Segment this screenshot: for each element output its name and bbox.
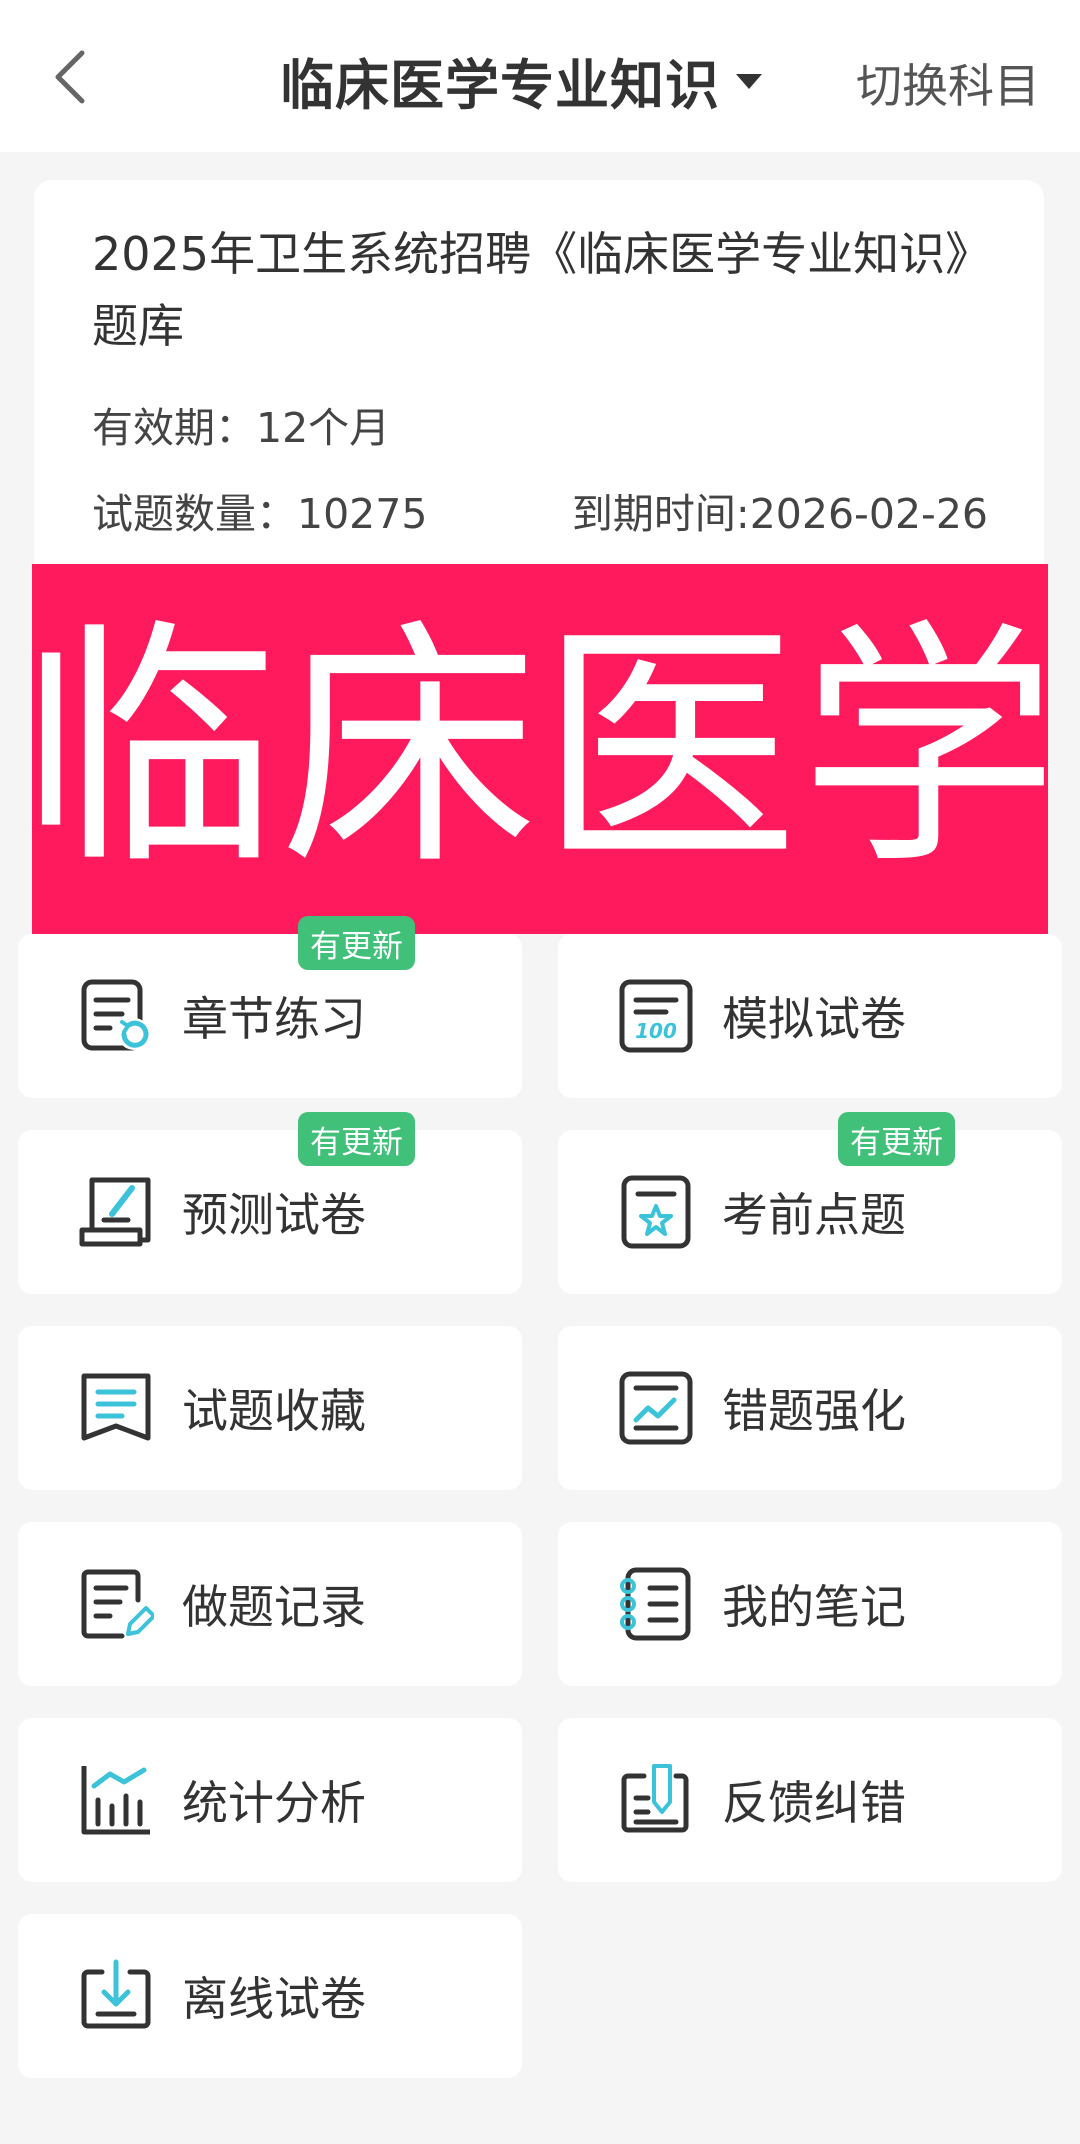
tile-label: 统计分析	[182, 1776, 366, 1830]
tile-label: 试题收藏	[182, 1384, 366, 1438]
tile-label: 做题记录	[182, 1580, 366, 1634]
tile-mock-exam[interactable]: 100 模拟试卷	[558, 934, 1062, 1098]
tile-records[interactable]: 做题记录	[18, 1522, 522, 1686]
tile-offline-exam[interactable]: 离线试卷	[18, 1914, 522, 2078]
back-button[interactable]	[40, 42, 100, 112]
svg-text:100: 100	[635, 1019, 677, 1043]
page-title: 临床医学专业知识	[280, 53, 720, 117]
tile-key-points[interactable]: 考前点题 有更新	[558, 1112, 1062, 1294]
question-bank-title: 2025年卫生系统招聘《临床医学专业知识》题库	[92, 227, 992, 353]
offline-download-icon	[81, 1959, 151, 2029]
mock-exam-icon: 100	[619, 979, 693, 1053]
validity-text: 有效期：12个月	[92, 404, 391, 452]
key-points-icon	[621, 1175, 691, 1249]
tile-notes[interactable]: 我的笔记	[558, 1522, 1062, 1686]
statistics-icon	[81, 1766, 150, 1835]
question-bank-card: 2025年卫生系统招聘《临床医学专业知识》题库 有效期：12个月 试题数量：10…	[34, 180, 1044, 600]
feedback-icon	[621, 1764, 689, 1833]
back-arrow-icon	[55, 50, 85, 104]
tile-label: 反馈纠错	[722, 1776, 906, 1830]
update-badge: 有更新	[298, 916, 415, 970]
chapter-practice-icon	[81, 979, 150, 1051]
tile-label: 错题强化	[722, 1384, 906, 1438]
notes-icon	[620, 1567, 691, 1641]
record-icon	[81, 1569, 154, 1639]
update-badge: 有更新	[298, 1112, 415, 1166]
tile-chapter-practice[interactable]: 章节练习 有更新	[18, 916, 522, 1098]
tile-label: 离线试卷	[182, 1972, 366, 2026]
update-badge: 有更新	[838, 1112, 955, 1166]
tile-bookmarks[interactable]: 试题收藏	[18, 1326, 522, 1490]
tile-label: 我的笔记	[722, 1580, 906, 1634]
wrong-questions-icon	[619, 1371, 693, 1445]
tile-statistics[interactable]: 统计分析	[18, 1718, 522, 1882]
subject-banner: 临床医学	[32, 564, 1048, 934]
question-count-text: 试题数量：10275	[92, 490, 428, 538]
prediction-exam-icon	[79, 1177, 151, 1247]
bookmark-icon	[81, 1373, 151, 1441]
tile-wrong-questions[interactable]: 错题强化	[558, 1326, 1062, 1490]
expiry-date-text: 到期时间:2026-02-26	[571, 490, 988, 538]
switch-subject-button[interactable]: 切换科目	[856, 48, 1040, 118]
top-bar: 临床医学专业知识 切换科目	[0, 0, 1080, 152]
caret-down-icon	[736, 74, 762, 89]
tile-prediction-exam[interactable]: 预测试卷 有更新	[18, 1112, 522, 1294]
tile-label: 模拟试卷	[722, 992, 906, 1046]
subject-selector[interactable]: 临床医学专业知识	[280, 40, 762, 120]
tile-feedback[interactable]: 反馈纠错	[558, 1718, 1062, 1882]
